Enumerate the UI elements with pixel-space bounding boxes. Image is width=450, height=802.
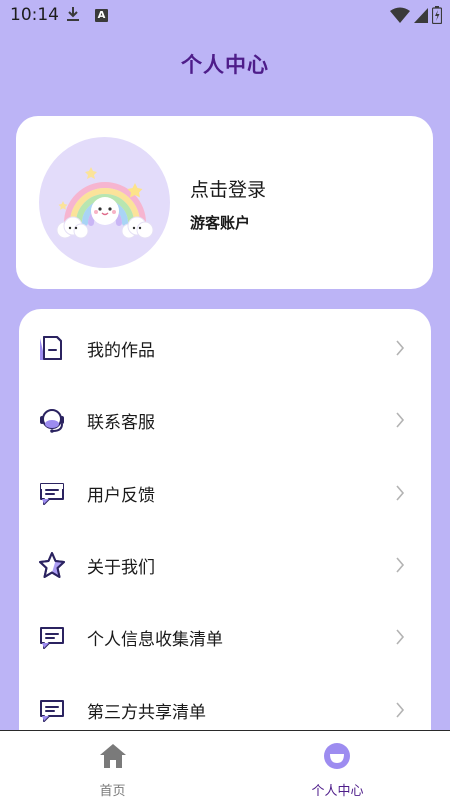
download-icon — [66, 6, 80, 26]
chevron-right-icon — [395, 340, 405, 356]
menu-item-label: 联系客服 — [87, 412, 155, 433]
menu-item-label: 第三方共享清单 — [87, 702, 206, 723]
login-prompt[interactable]: 点击登录 — [190, 175, 266, 202]
tab-label: 首页 — [99, 784, 126, 799]
chevron-right-icon — [395, 412, 405, 428]
share-list-icon — [37, 695, 67, 725]
star-icon — [37, 550, 67, 580]
bottom-tab-bar: 首页 个人中心 — [0, 730, 450, 802]
menu-item-about-us[interactable]: 关于我们 — [19, 535, 431, 595]
feedback-icon — [37, 478, 67, 508]
info-list-icon — [37, 622, 67, 652]
a-app-icon: A — [95, 9, 108, 22]
tab-home[interactable]: 首页 — [0, 731, 225, 802]
menu-item-my-works[interactable]: 我的作品 — [19, 318, 431, 378]
tab-profile[interactable]: 个人中心 — [225, 731, 450, 802]
chevron-right-icon — [395, 557, 405, 573]
chevron-right-icon — [395, 702, 405, 718]
menu-item-contact-support[interactable]: 联系客服 — [19, 390, 431, 450]
page-title: 个人中心 — [181, 53, 269, 77]
menu-item-feedback[interactable]: 用户反馈 — [19, 463, 431, 523]
profile-card[interactable]: 点击登录 游客账户 — [16, 116, 433, 289]
works-icon — [37, 333, 67, 363]
profile-face-icon — [322, 741, 352, 771]
signal-icon — [414, 7, 428, 27]
battery-icon — [431, 6, 443, 28]
menu-item-personal-info-list[interactable]: 个人信息收集清单 — [19, 607, 431, 667]
avatar[interactable] — [39, 137, 170, 268]
headset-icon — [37, 405, 67, 435]
tab-label: 个人中心 — [311, 784, 364, 799]
system-icons — [390, 6, 443, 28]
menu-item-label: 我的作品 — [87, 340, 155, 361]
home-icon — [98, 741, 128, 771]
chevron-right-icon — [395, 485, 405, 501]
account-type-label: 游客账户 — [190, 214, 251, 232]
status-time: 10:14 — [10, 5, 59, 25]
chevron-right-icon — [395, 629, 405, 645]
menu-list: 我的作品 联系客服 用户反馈 关于我们 个人信息收集清单 第三方共享清单 — [19, 309, 431, 749]
rainbow-avatar-icon — [56, 167, 154, 239]
wifi-icon — [390, 7, 410, 27]
menu-item-label: 关于我们 — [87, 557, 155, 578]
menu-item-label: 个人信息收集清单 — [87, 629, 223, 650]
menu-item-label: 用户反馈 — [87, 485, 155, 506]
status-bar: 10:14 A — [0, 0, 450, 32]
